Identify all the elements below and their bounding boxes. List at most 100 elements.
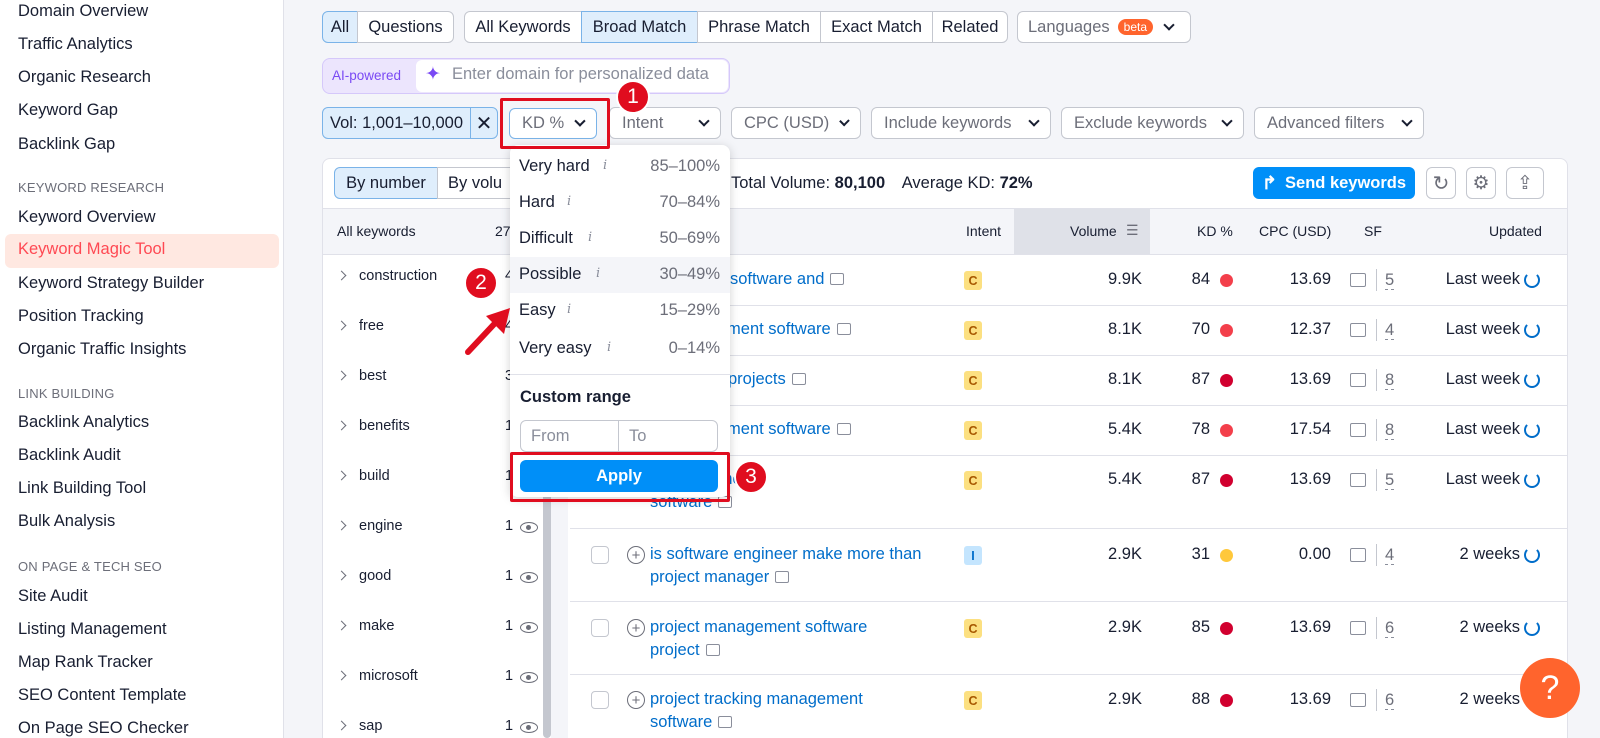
by-number-tab[interactable]: By number bbox=[334, 167, 438, 199]
sf-count[interactable]: 6 bbox=[1385, 619, 1395, 638]
tab-broad-match[interactable]: Broad Match bbox=[581, 11, 698, 43]
keyword-link[interactable]: is software engineer make more than proje… bbox=[650, 543, 921, 589]
by-volume-tab[interactable]: By volu bbox=[437, 167, 517, 199]
sf-count[interactable]: 6 bbox=[1385, 691, 1395, 710]
nav-domain-overview[interactable]: Domain Overview bbox=[18, 2, 148, 21]
eye-icon[interactable] bbox=[520, 622, 538, 633]
nav-backlink-audit[interactable]: Backlink Audit bbox=[18, 446, 121, 465]
col-updated[interactable]: Updated bbox=[1489, 223, 1542, 239]
info-icon[interactable]: i bbox=[596, 266, 600, 281]
kd-to-input[interactable]: To bbox=[618, 420, 718, 452]
row-checkbox[interactable] bbox=[591, 546, 609, 564]
nav-site-audit[interactable]: Site Audit bbox=[18, 587, 88, 606]
sf-count[interactable]: 8 bbox=[1385, 371, 1395, 390]
nav-keyword-overview[interactable]: Keyword Overview bbox=[18, 208, 156, 227]
refresh-row-icon[interactable] bbox=[1524, 322, 1540, 338]
sf-count[interactable]: 5 bbox=[1385, 271, 1395, 290]
tab-all[interactable]: All bbox=[322, 11, 358, 43]
group-row[interactable]: make bbox=[336, 618, 394, 634]
group-row[interactable]: best bbox=[336, 368, 386, 384]
col-kd[interactable]: KD % bbox=[1197, 223, 1233, 239]
nav-backlink-analytics[interactable]: Backlink Analytics bbox=[18, 413, 149, 432]
tab-phrase-match[interactable]: Phrase Match bbox=[697, 11, 821, 43]
refresh-row-icon[interactable] bbox=[1524, 472, 1540, 488]
serp-features-icon[interactable] bbox=[1350, 323, 1366, 337]
sf-count[interactable]: 8 bbox=[1385, 421, 1395, 440]
vol-filter-clear-icon[interactable]: ✕ bbox=[470, 107, 498, 139]
col-intent[interactable]: Intent bbox=[966, 223, 1001, 239]
settings-button[interactable]: ⚙ bbox=[1466, 167, 1496, 199]
keyword-link[interactable]: project management software project bbox=[650, 616, 867, 662]
group-row[interactable]: sap bbox=[336, 718, 382, 734]
add-to-list-icon[interactable]: + bbox=[627, 546, 645, 564]
serp-features-icon[interactable] bbox=[1350, 621, 1366, 635]
refresh-row-icon[interactable] bbox=[1524, 372, 1540, 388]
kd-option[interactable]: Very easy i 0–14% bbox=[510, 331, 730, 367]
serp-features-icon[interactable] bbox=[1350, 423, 1366, 437]
nav-listing-management[interactable]: Listing Management bbox=[18, 620, 167, 639]
group-row[interactable]: free bbox=[336, 318, 384, 334]
group-row[interactable]: engine bbox=[336, 518, 403, 534]
nav-on-page-seo-checker[interactable]: On Page SEO Checker bbox=[18, 719, 189, 738]
group-row[interactable]: benefits bbox=[336, 418, 410, 434]
col-sf[interactable]: SF bbox=[1364, 223, 1382, 239]
nav-link-building-tool[interactable]: Link Building Tool bbox=[18, 479, 146, 498]
keyword-link[interactable]: project tracking management software bbox=[650, 688, 863, 734]
nav-map-rank-tracker[interactable]: Map Rank Tracker bbox=[18, 653, 153, 672]
group-row[interactable]: good bbox=[336, 568, 391, 584]
cpc-filter-dropdown[interactable]: CPC (USD) bbox=[731, 107, 861, 139]
group-row[interactable]: microsoft bbox=[336, 668, 418, 684]
kd-option[interactable]: Very hard i 85–100% bbox=[510, 149, 730, 185]
info-icon[interactable]: i bbox=[567, 302, 571, 317]
col-volume[interactable]: Volume bbox=[1070, 223, 1117, 239]
info-icon[interactable]: i bbox=[567, 194, 571, 209]
col-cpc[interactable]: CPC (USD) bbox=[1259, 223, 1331, 239]
nav-organic-traffic-insights[interactable]: Organic Traffic Insights bbox=[18, 340, 186, 359]
tab-all-keywords[interactable]: All Keywords bbox=[464, 11, 582, 43]
nav-position-tracking[interactable]: Position Tracking bbox=[18, 307, 144, 326]
help-button[interactable]: ? bbox=[1520, 658, 1580, 718]
kd-option[interactable]: Easy i 15–29% bbox=[510, 293, 730, 329]
refresh-row-icon[interactable] bbox=[1524, 620, 1540, 636]
send-keywords-button[interactable]: ↱ Send keywords bbox=[1253, 167, 1415, 199]
nav-backlink-gap[interactable]: Backlink Gap bbox=[18, 135, 115, 154]
kd-option[interactable]: Difficult i 50–69% bbox=[510, 221, 730, 257]
eye-icon[interactable] bbox=[520, 572, 538, 583]
languages-dropdown[interactable]: Languages beta bbox=[1017, 11, 1191, 43]
exclude-keywords-dropdown[interactable]: Exclude keywords bbox=[1061, 107, 1244, 139]
row-checkbox[interactable] bbox=[591, 691, 609, 709]
refresh-row-icon[interactable] bbox=[1524, 547, 1540, 563]
nav-bulk-analysis[interactable]: Bulk Analysis bbox=[18, 512, 115, 531]
eye-icon[interactable] bbox=[520, 522, 538, 533]
nav-organic-research[interactable]: Organic Research bbox=[18, 68, 151, 87]
sort-icon[interactable]: ☰ bbox=[1126, 222, 1139, 239]
nav-traffic-analytics[interactable]: Traffic Analytics bbox=[18, 35, 133, 54]
ai-domain-input[interactable]: ✦ Enter domain for personalized data bbox=[416, 60, 728, 92]
nav-keyword-strategy-builder[interactable]: Keyword Strategy Builder bbox=[18, 274, 204, 293]
serp-features-icon[interactable] bbox=[1350, 693, 1366, 707]
info-icon[interactable]: i bbox=[607, 340, 611, 355]
tab-related[interactable]: Related bbox=[932, 11, 1008, 43]
nav-keyword-gap[interactable]: Keyword Gap bbox=[18, 101, 118, 120]
add-to-list-icon[interactable]: + bbox=[627, 691, 645, 709]
sf-count[interactable]: 5 bbox=[1385, 471, 1395, 490]
serp-features-icon[interactable] bbox=[1350, 473, 1366, 487]
nav-seo-content-template[interactable]: SEO Content Template bbox=[18, 686, 186, 705]
export-button[interactable]: ⇪ bbox=[1506, 167, 1544, 199]
include-keywords-dropdown[interactable]: Include keywords bbox=[871, 107, 1051, 139]
vol-filter-chip[interactable]: Vol: 1,001–10,000 bbox=[322, 107, 471, 139]
advanced-filters-dropdown[interactable]: Advanced filters bbox=[1254, 107, 1424, 139]
kd-option[interactable]: Hard i 70–84% bbox=[510, 185, 730, 221]
eye-icon[interactable] bbox=[520, 672, 538, 683]
group-row[interactable]: construction bbox=[336, 268, 437, 284]
group-row[interactable]: build bbox=[336, 468, 390, 484]
refresh-button[interactable]: ↻ bbox=[1426, 167, 1456, 199]
serp-features-icon[interactable] bbox=[1350, 273, 1366, 287]
sf-count[interactable]: 4 bbox=[1385, 546, 1395, 565]
kd-option[interactable]: Possible i 30–49% bbox=[510, 257, 730, 293]
info-icon[interactable]: i bbox=[588, 230, 592, 245]
info-icon[interactable]: i bbox=[603, 158, 607, 173]
nav-keyword-magic-tool[interactable]: Keyword Magic Tool bbox=[5, 234, 279, 268]
refresh-row-icon[interactable] bbox=[1524, 272, 1540, 288]
add-to-list-icon[interactable]: + bbox=[627, 619, 645, 637]
